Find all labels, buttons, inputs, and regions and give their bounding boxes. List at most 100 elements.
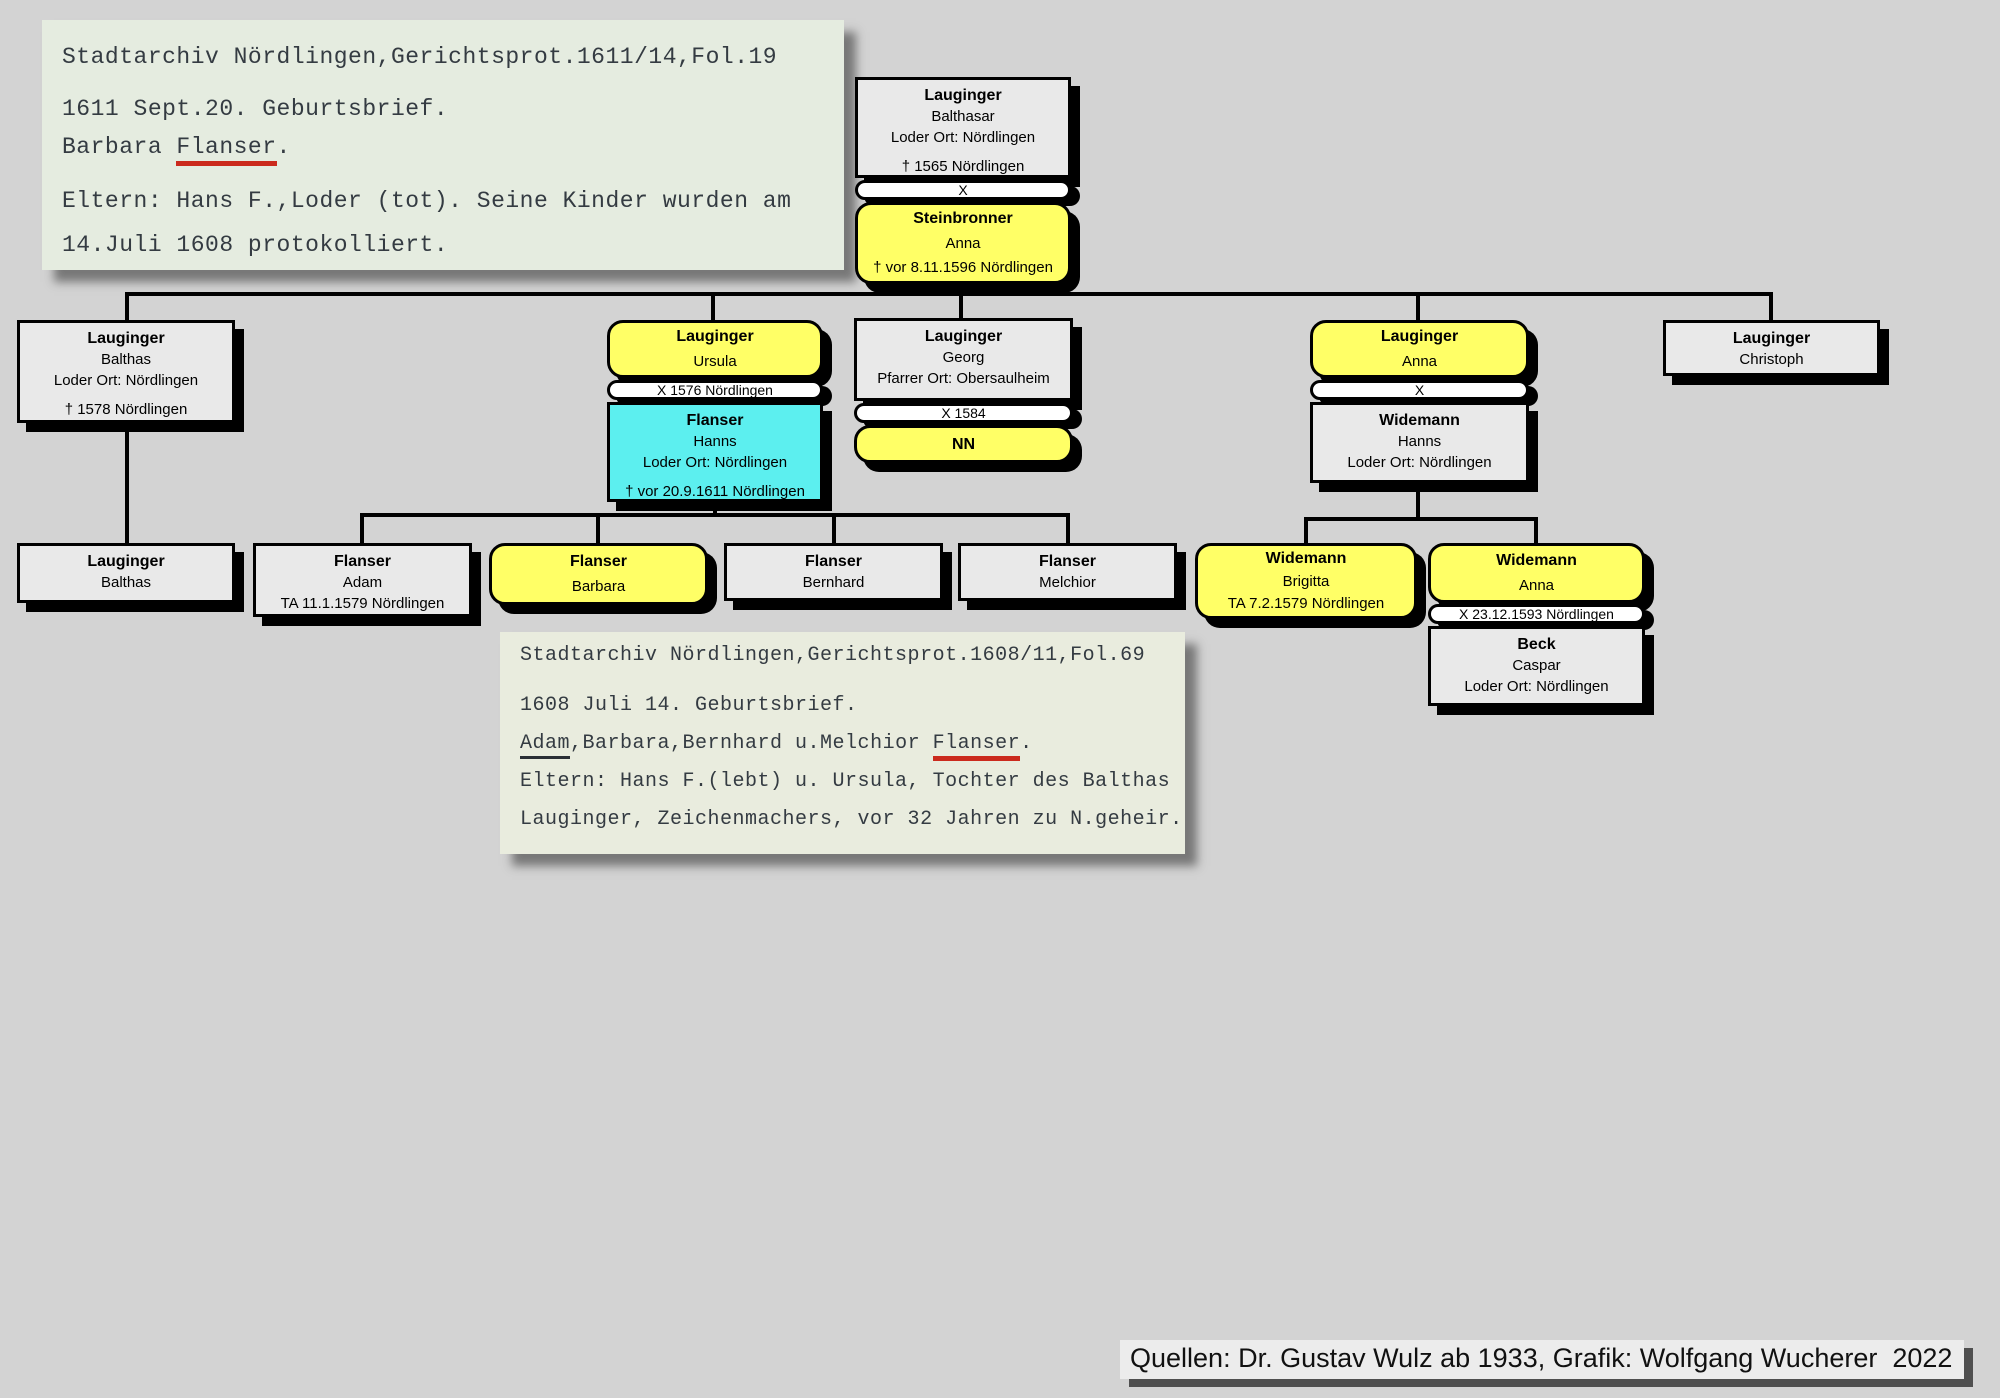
given-name: Melchior <box>1039 572 1096 593</box>
person-card-lauginger-georg: Lauginger Georg Pfarrer Ort: Obersaulhei… <box>854 318 1073 401</box>
person-card-lauginger-balthas-sr: Lauginger Balthas Loder Ort: Nördlingen … <box>17 320 235 423</box>
doc-line: 14.Juli 1608 protokolliert. <box>62 232 448 258</box>
surname: Widemann <box>1379 410 1460 431</box>
surname: Beck <box>1517 634 1555 655</box>
tree-connector-line <box>125 296 129 320</box>
person-card-lauginger-balthas-jr: Lauginger Balthas <box>17 543 235 603</box>
surname: Flanser <box>570 551 627 572</box>
marriage-pill-anna-beck: X 23.12.1593 Nördlingen <box>1428 604 1645 624</box>
tree-connector-line <box>360 513 1070 517</box>
surname: Flanser <box>687 410 744 431</box>
tree-connector-line <box>125 423 129 543</box>
surname: Widemann <box>1266 548 1347 569</box>
doc-text: . <box>277 134 291 160</box>
doc-line: 1608 Juli 14. Geburtsbrief. <box>520 694 858 717</box>
tree-connector-line <box>125 292 1773 296</box>
person-card-lauginger-christoph: Lauginger Christoph <box>1663 320 1880 376</box>
doc-line: Eltern: Hans F.(lebt) u. Ursula, Tochter… <box>520 770 1170 793</box>
doc-line: Barbara Flanser. <box>62 134 291 160</box>
person-card-flanser-bernhard: Flanser Bernhard <box>724 543 943 601</box>
doc-line: Adam,Barbara,Bernhard u.Melchior Flanser… <box>520 732 1033 755</box>
archive-note-1611: Stadtarchiv Nördlingen,Gerichtsprot.1611… <box>42 20 844 270</box>
given-name: Hanns <box>693 431 736 452</box>
person-card-nn: NN <box>854 425 1073 463</box>
surname: Flanser <box>334 551 391 572</box>
surname: Lauginger <box>1381 326 1458 347</box>
occupation-line: Loder Ort: Nördlingen <box>1347 452 1491 473</box>
marriage-pill-georg-nn: X 1584 <box>854 403 1073 423</box>
person-card-widemann-anna: Widemann Anna <box>1428 543 1645 603</box>
death-line: † 1578 Nördlingen <box>65 399 188 420</box>
person-card-widemann-brigitta: Widemann Brigitta TA 7.2.1579 Nördlingen <box>1195 543 1417 619</box>
doc-line: 1611 Sept.20. Geburtsbrief. <box>62 96 448 122</box>
given-name: Balthasar <box>931 106 994 127</box>
doc-line: Stadtarchiv Nördlingen,Gerichtsprot.1608… <box>520 644 1145 667</box>
credits-caption: Quellen: Dr. Gustav Wulz ab 1933, Grafik… <box>1120 1340 1964 1379</box>
marriage-label: X <box>958 182 967 198</box>
doc-text-red-underline: Flanser <box>933 732 1021 761</box>
person-card-lauginger-anna: Lauginger Anna <box>1310 320 1529 378</box>
marriage-pill-ursula-flanser: X 1576 Nördlingen <box>607 380 823 400</box>
given-name: Anna <box>1519 575 1554 596</box>
doc-text-red-underline: Flanser <box>176 134 276 166</box>
doc-line: Lauginger, Zeichenmachers, vor 32 Jahren… <box>520 808 1183 831</box>
surname: Lauginger <box>925 326 1002 347</box>
tree-connector-line <box>1769 296 1773 320</box>
person-card-lauginger-ursula: Lauginger Ursula <box>607 320 823 378</box>
surname: Lauginger <box>87 328 164 349</box>
tree-connector-line <box>596 517 600 543</box>
person-card-lauginger-balthasar: Lauginger Balthasar Loder Ort: Nördlinge… <box>855 77 1071 178</box>
doc-text: ,Barbara,Bernhard u.Melchior <box>570 732 933 755</box>
tree-connector-line <box>1304 521 1308 543</box>
occupation-line: Loder Ort: Nördlingen <box>643 452 787 473</box>
surname: Widemann <box>1496 550 1577 571</box>
surname: Steinbronner <box>913 208 1013 229</box>
marriage-pill-top: X <box>855 180 1071 200</box>
tree-connector-line <box>1304 517 1538 521</box>
doc-line: Eltern: Hans F.,Loder (tot). Seine Kinde… <box>62 188 791 214</box>
doc-line: Stadtarchiv Nördlingen,Gerichtsprot.1611… <box>62 44 777 70</box>
baptism-line: TA 7.2.1579 Nördlingen <box>1228 593 1385 614</box>
surname: NN <box>952 434 975 455</box>
occupation-line: Loder Ort: Nördlingen <box>54 370 198 391</box>
person-card-widemann-hanns: Widemann Hanns Loder Ort: Nördlingen <box>1310 402 1529 483</box>
marriage-pill-anna-widemann: X <box>1310 380 1529 400</box>
tree-connector-line <box>959 296 963 318</box>
surname: Flanser <box>1039 551 1096 572</box>
surname: Lauginger <box>924 85 1001 106</box>
given-name: Caspar <box>1512 655 1560 676</box>
given-name: Brigitta <box>1283 571 1330 592</box>
marriage-label: X 1576 Nördlingen <box>657 382 773 398</box>
person-card-flanser-hanns: Flanser Hanns Loder Ort: Nördlingen † vo… <box>607 402 823 502</box>
marriage-label: X 23.12.1593 Nördlingen <box>1459 606 1614 622</box>
given-name: Georg <box>943 347 985 368</box>
tree-connector-line <box>360 517 364 543</box>
surname: Lauginger <box>1733 328 1810 349</box>
doc-text: . <box>1020 732 1033 755</box>
given-name: Ursula <box>693 351 736 372</box>
person-card-flanser-barbara: Flanser Barbara <box>489 543 708 605</box>
occupation-line: Pfarrer Ort: Obersaulheim <box>877 368 1050 389</box>
person-card-flanser-melchior: Flanser Melchior <box>958 543 1177 601</box>
baptism-line: TA 11.1.1579 Nördlingen <box>281 593 445 614</box>
archive-note-1608: Stadtarchiv Nördlingen,Gerichtsprot.1608… <box>500 632 1185 854</box>
person-card-beck-caspar: Beck Caspar Loder Ort: Nördlingen <box>1428 626 1645 706</box>
given-name: Balthas <box>101 349 151 370</box>
given-name: Anna <box>1402 351 1437 372</box>
given-name: Barbara <box>572 576 625 597</box>
given-name: Christoph <box>1739 349 1803 370</box>
occupation-line: Loder Ort: Nördlingen <box>891 127 1035 148</box>
given-name: Anna <box>945 233 980 254</box>
person-card-flanser-adam: Flanser Adam TA 11.1.1579 Nördlingen <box>253 543 472 617</box>
person-card-steinbronner-anna: Steinbronner Anna † vor 8.11.1596 Nördli… <box>855 202 1071 284</box>
death-line: † vor 20.9.1611 Nördlingen <box>625 481 805 502</box>
surname: Lauginger <box>87 551 164 572</box>
genealogy-chart-canvas: Stadtarchiv Nördlingen,Gerichtsprot.1611… <box>0 0 2000 1398</box>
tree-connector-line <box>711 296 715 320</box>
tree-connector-line <box>1066 517 1070 543</box>
death-line: † vor 8.11.1596 Nördlingen <box>873 257 1053 278</box>
occupation-line: Loder Ort: Nördlingen <box>1464 676 1608 697</box>
doc-text: Barbara <box>62 134 176 160</box>
tree-connector-line <box>1416 296 1420 320</box>
tree-connector-line <box>832 517 836 543</box>
